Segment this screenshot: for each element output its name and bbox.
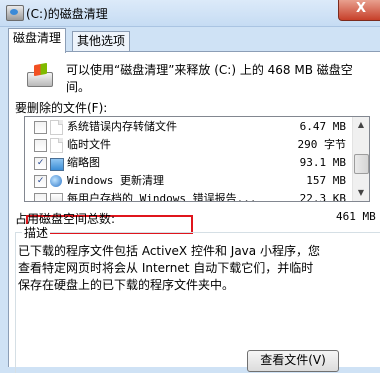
title-bar: (C:)的磁盘清理 X [0,0,380,27]
files-to-delete-label: 要删除的文件(F): [15,101,108,115]
report-icon [50,193,63,201]
summary-text: 可以使用“磁盘清理”来释放 (C:) 上的 468 MB 磁盘空间。 [66,63,353,94]
window-title: (C:)的磁盘清理 [26,7,108,21]
view-files-button[interactable]: 查看文件(V) [247,350,339,372]
checkbox-error-reports[interactable] [34,193,47,201]
item-name: 临时文件 [67,138,111,151]
item-name: Windows 更新清理 [67,174,164,187]
item-size: 290 字节 [297,138,347,151]
scroll-thumb[interactable] [354,154,369,174]
item-size: 6.47 MB [299,120,346,133]
windows-logo-icon [34,62,47,77]
tab-more-options[interactable]: 其他选项 [72,31,131,52]
list-scrollbar[interactable]: ▲ ▼ [352,117,369,201]
close-button[interactable]: X [338,0,380,21]
checkbox-thumbnails[interactable]: ✓ [34,157,47,170]
list-item-memory-dump[interactable]: 系统错误内存转储文件 6.47 MB [25,118,352,136]
drive-icon [27,62,53,87]
list-item-windows-update-cleanup[interactable]: ✓ Windows 更新清理 157 MB [25,172,352,190]
total-space-value: 461 MB [336,210,376,223]
tab-bar: 磁盘清理 其他选项 [0,26,380,53]
item-size: 93.1 MB [299,156,346,169]
checkbox-memory-dump[interactable] [34,121,47,134]
description-text: 已下载的程序文件包括 ActiveX 控件和 Java 小程序，您 查看特定网页… [18,244,320,292]
tab-disk-cleanup[interactable]: 磁盘清理 [8,28,67,53]
list-item-thumbnails[interactable]: ✓ 缩略图 93.1 MB [25,154,352,172]
checkbox-windows-update-cleanup[interactable]: ✓ [34,175,47,188]
item-size: 157 MB [306,174,346,187]
files-to-delete-list[interactable]: 系统错误内存转储文件 6.47 MB 临时文件 290 字节 ✓ 缩略图 93.… [24,116,370,202]
item-size: 22.3 KB [299,192,346,202]
blank-file-icon [50,138,63,153]
item-name: 系统错误内存转储文件 [67,120,177,133]
item-name: 缩略图 [67,156,100,169]
description-title: 描述 [22,224,51,241]
thumbnail-icon [50,158,64,171]
scroll-up-arrow-icon[interactable]: ▲ [353,117,369,133]
disk-cleanup-app-icon [6,5,24,21]
list-item-temporary-files[interactable]: 临时文件 290 字节 [25,136,352,154]
update-icon [50,175,62,187]
scroll-down-arrow-icon[interactable]: ▼ [353,185,369,201]
item-name: 每用户存档的 Windows 错误报告... [67,192,257,202]
list-item-error-reports[interactable]: 每用户存档的 Windows 错误报告... 22.3 KB [25,190,352,202]
blank-file-icon [50,120,63,135]
disk-cleanup-panel: 可以使用“磁盘清理”来释放 (C:) 上的 468 MB 磁盘空间。 要删除的文… [8,51,380,373]
checkbox-temporary-files[interactable] [34,139,47,152]
